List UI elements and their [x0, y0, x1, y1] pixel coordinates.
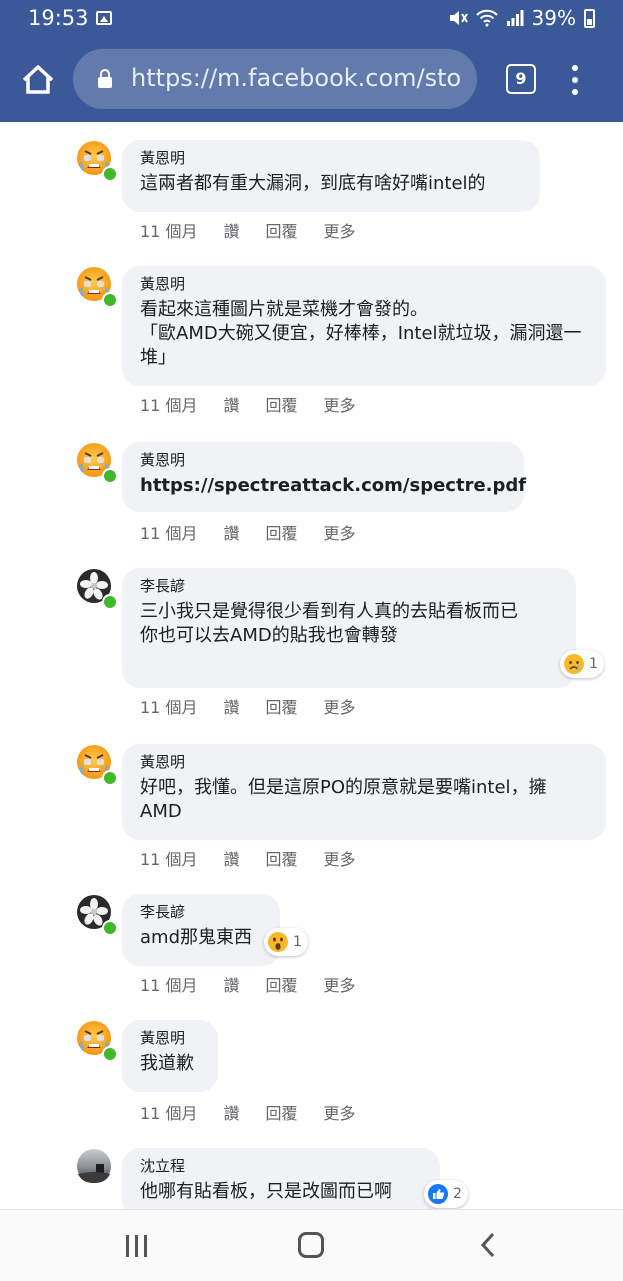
like-button[interactable]: 讚	[223, 392, 239, 416]
reaction-badge[interactable]: 2	[424, 1180, 468, 1208]
reply-button[interactable]: 回覆	[265, 520, 297, 544]
reaction-count: 1	[589, 656, 598, 672]
comment-author[interactable]: 黃恩明	[140, 148, 522, 168]
comment-author[interactable]: 沈立程	[140, 1156, 422, 1176]
comment-time[interactable]: 11 個月	[140, 694, 197, 718]
signal-icon	[506, 10, 524, 26]
reaction-count: 2	[453, 1186, 462, 1202]
comment-text: 看起來這種圖片就是菜機才會發的。 「歐AMD大碗又便宜，好棒棒，Intel就垃圾…	[140, 299, 582, 368]
comment-time[interactable]: 11 個月	[140, 972, 197, 996]
reply-button[interactable]: 回覆	[265, 392, 297, 416]
comment-link[interactable]: https://spectreattack.com/spectre.pdf	[140, 474, 526, 498]
mute-icon	[449, 11, 468, 25]
reaction-count: 1	[293, 934, 302, 950]
comment-bubble[interactable]: 黃恩明 這兩者都有重大漏洞，到底有啥好嘴intel的	[122, 140, 540, 212]
online-indicator	[102, 594, 118, 610]
like-button[interactable]: 讚	[223, 1100, 239, 1124]
comment-actions: 11 個月 讚 回覆 更多	[140, 218, 382, 242]
more-button[interactable]: 更多	[323, 1100, 355, 1124]
battery-icon	[584, 8, 595, 28]
wifi-icon	[475, 9, 498, 27]
online-indicator	[102, 770, 118, 786]
more-button[interactable]: 更多	[323, 694, 355, 718]
comment-actions: 11 個月 讚 回覆 更多	[140, 520, 382, 544]
online-indicator	[102, 1046, 118, 1062]
comment-author[interactable]: 黃恩明	[140, 274, 588, 294]
comment-bubble[interactable]: 李長諺 amd那鬼東西	[122, 894, 280, 966]
photo-avatar[interactable]	[76, 1148, 112, 1184]
system-nav-bar	[0, 1209, 623, 1281]
reply-button[interactable]: 回覆	[265, 218, 297, 242]
like-button[interactable]: 讚	[223, 520, 239, 544]
comment-text: 他哪有貼看板，只是改圖而已啊	[140, 1181, 392, 1202]
comment-bubble[interactable]: 黃恩明 看起來這種圖片就是菜機才會發的。 「歐AMD大碗又便宜，好棒棒，Inte…	[122, 266, 606, 386]
comment-bubble[interactable]: 黃恩明 https://spectreattack.com/spectre.pd…	[122, 442, 526, 512]
comment-bubble[interactable]: 沈立程 他哪有貼看板，只是改圖而已啊	[122, 1148, 440, 1218]
reaction-badge[interactable]: 1	[264, 928, 308, 956]
more-vert-icon[interactable]	[571, 65, 579, 95]
reply-button[interactable]: 回覆	[265, 846, 297, 870]
online-indicator	[102, 292, 118, 308]
recent-apps-icon[interactable]	[124, 1235, 150, 1257]
comment-actions: 11 個月 讚 回覆 更多	[140, 392, 382, 416]
like-reaction-icon	[428, 1184, 448, 1204]
sad-reaction-icon	[564, 654, 584, 674]
comment-time[interactable]: 11 個月	[140, 392, 197, 416]
more-button[interactable]: 更多	[323, 972, 355, 996]
more-button[interactable]: 更多	[323, 520, 355, 544]
online-indicator	[102, 920, 118, 936]
back-icon[interactable]	[478, 1232, 498, 1258]
comment-bubble[interactable]: 黃恩明 好吧，我懂。但是這原PO的原意就是要嘴intel，擁AMD	[122, 744, 606, 840]
home-nav-icon[interactable]	[298, 1232, 324, 1258]
comment-time[interactable]: 11 個月	[140, 218, 197, 242]
more-button[interactable]: 更多	[323, 218, 355, 242]
comment-text: amd那鬼東西	[140, 927, 252, 948]
online-indicator	[102, 468, 118, 484]
like-button[interactable]: 讚	[223, 846, 239, 870]
comment-time[interactable]: 11 個月	[140, 846, 197, 870]
comment-author[interactable]: 李長諺	[140, 576, 558, 596]
comment-text: 我道歉	[140, 1053, 194, 1074]
like-button[interactable]: 讚	[223, 694, 239, 718]
url-text: https://m.facebook.com/sto	[131, 64, 462, 92]
tabs-button[interactable]: 9	[506, 64, 536, 94]
reaction-badge[interactable]: 1	[560, 650, 604, 678]
lock-icon	[98, 69, 112, 88]
online-indicator	[102, 166, 118, 182]
comment-text: 好吧，我懂。但是這原PO的原意就是要嘴intel，擁AMD	[140, 777, 547, 822]
reply-button[interactable]: 回覆	[265, 1100, 297, 1124]
browser-header: 19:53 39% https://m.facebook.com/sto 9	[0, 0, 623, 122]
comment-actions: 11 個月 讚 回覆 更多	[140, 1100, 382, 1124]
wow-reaction-icon	[268, 932, 288, 952]
comment-actions: 11 個月 讚 回覆 更多	[140, 972, 382, 996]
more-button[interactable]: 更多	[323, 846, 355, 870]
comment-author[interactable]: 李長諺	[140, 902, 262, 922]
comment-bubble[interactable]: 李長諺 三小我只是覺得很少看到有人真的去貼看板而已 你也可以去AMD的貼我也會轉…	[122, 568, 576, 688]
comment-time[interactable]: 11 個月	[140, 1100, 197, 1124]
home-icon[interactable]	[18, 60, 58, 100]
more-button[interactable]: 更多	[323, 392, 355, 416]
status-right: 39%	[448, 6, 595, 30]
status-time: 19:53	[28, 6, 89, 30]
comment-actions: 11 個月 讚 回覆 更多	[140, 846, 382, 870]
comment-author[interactable]: 黃恩明	[140, 1028, 200, 1048]
reply-button[interactable]: 回覆	[265, 694, 297, 718]
address-bar-row: https://m.facebook.com/sto 9	[0, 46, 623, 112]
comment-author[interactable]: 黃恩明	[140, 752, 588, 772]
battery-percent: 39%	[531, 6, 576, 30]
comment-author[interactable]: 黃恩明	[140, 450, 506, 470]
comment-text: 三小我只是覺得很少看到有人真的去貼看板而已 你也可以去AMD的貼我也會轉發	[140, 601, 518, 646]
image-icon	[96, 11, 112, 25]
like-button[interactable]: 讚	[223, 972, 239, 996]
comment-text: 這兩者都有重大漏洞，到底有啥好嘴intel的	[140, 173, 486, 194]
reply-button[interactable]: 回覆	[265, 972, 297, 996]
url-field[interactable]: https://m.facebook.com/sto	[73, 49, 477, 109]
comment-time[interactable]: 11 個月	[140, 520, 197, 544]
status-bar: 19:53 39%	[0, 0, 623, 40]
comment-bubble[interactable]: 黃恩明 我道歉	[122, 1020, 218, 1092]
comment-actions: 11 個月 讚 回覆 更多	[140, 694, 382, 718]
like-button[interactable]: 讚	[223, 218, 239, 242]
